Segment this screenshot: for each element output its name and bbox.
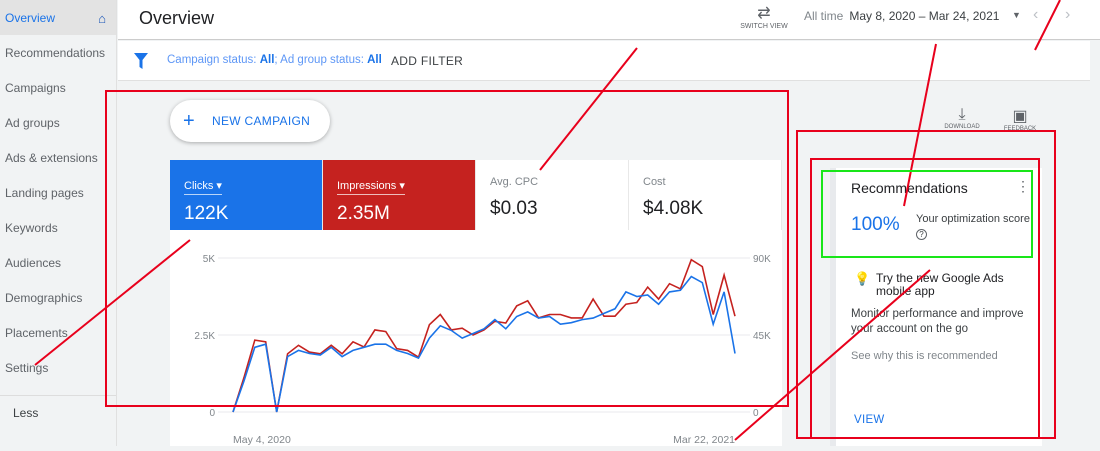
new-campaign-button[interactable]: + NEW CAMPAIGN	[170, 100, 330, 142]
x-start-label: May 4, 2020	[233, 434, 291, 446]
range-value: May 8, 2020 – Mar 24, 2021	[849, 9, 1000, 23]
sidebar-item-ads-extensions[interactable]: Ads & extensions	[0, 140, 116, 175]
metric-label: Clicks ▾	[184, 179, 222, 195]
filter-bar: Campaign status: All; Ad group status: A…	[118, 41, 1090, 81]
see-why-link[interactable]: See why this is recommended	[851, 350, 998, 362]
filter-status[interactable]: Campaign status: All; Ad group status: A…	[167, 54, 382, 66]
sidebar-item-ad-groups[interactable]: Ad groups	[0, 105, 116, 140]
score-label: Your optimization score ?	[916, 212, 1042, 242]
left-tick-label: 5K	[203, 254, 216, 265]
metrics-row: Clicks ▾ 122K Impressions ▾ 2.35M Avg. CPC…	[170, 160, 782, 230]
sidebar: Overview ⌂ Recommendations Campaigns Ad g…	[0, 0, 117, 446]
new-campaign-label: NEW CAMPAIGN	[212, 114, 311, 128]
campaign-status-value: All	[259, 54, 275, 66]
sidebar-item-overview[interactable]: Overview ⌂	[0, 0, 116, 35]
sidebar-item-audiences[interactable]: Audiences	[0, 245, 116, 280]
download-label: DOWNLOAD	[944, 124, 980, 130]
metric-value: $0.03	[490, 198, 538, 219]
page-title: Overview	[139, 8, 215, 28]
metric-value: 2.35M	[337, 203, 390, 224]
metric-value: 122K	[184, 203, 229, 224]
view-button[interactable]: VIEW	[854, 414, 885, 426]
right-tick-label: 90K	[753, 254, 771, 265]
x-end-label: Mar 22, 2021	[673, 434, 735, 446]
series-line-impressions	[232, 258, 736, 413]
metric-avg-cpc[interactable]: Avg. CPC $0.03	[476, 160, 629, 230]
sidebar-item-label: Overview	[5, 11, 56, 25]
metric-label: Cost	[643, 176, 666, 188]
chart-svg: 0 0 2.5K 45K 5K 90K May 4, 2020 Mar 22, 2021	[194, 254, 771, 446]
sidebar-item-recommendations[interactable]: Recommendations	[0, 35, 116, 70]
chevron-right-icon[interactable]: ›	[1065, 6, 1070, 24]
metric-label: Avg. CPC	[490, 176, 539, 188]
sidebar-item-settings[interactable]: Settings	[0, 350, 116, 385]
campaign-status-label: Campaign status:	[167, 54, 257, 66]
metric-clicks[interactable]: Clicks ▾ 122K	[170, 160, 323, 230]
lightbulb-icon: 💡	[854, 271, 871, 286]
add-filter-button[interactable]: ADD FILTER	[391, 54, 463, 68]
range-label: All time	[804, 9, 844, 23]
tip-description: Monitor performance and improve your acc…	[851, 308, 1024, 335]
metric-impressions[interactable]: Impressions ▾ 2.35M	[323, 160, 476, 230]
adgroup-status-value: All	[367, 54, 382, 66]
sidebar-item-campaigns[interactable]: Campaigns	[0, 70, 116, 105]
home-icon: ⌂	[98, 11, 106, 26]
metric-value: $4.08K	[643, 198, 704, 219]
download-button[interactable]: ⤓ DOWNLOAD	[937, 106, 987, 130]
right-tick-label: 0	[753, 408, 759, 419]
plus-icon: +	[183, 110, 195, 132]
download-icon: ⤓	[958, 106, 966, 123]
tip-text: Try the new Google Ads mobile app	[876, 271, 1004, 298]
tip: 💡 Try the new Google Ads mobile app	[854, 272, 1034, 298]
left-tick-label: 2.5K	[194, 331, 215, 342]
recommendations-card: Recommendations ⋮ 100% Your optimization…	[830, 168, 1042, 446]
feedback-label: FEEDBACK	[1003, 126, 1037, 132]
left-tick-label: 0	[209, 408, 215, 419]
adgroup-status-label: Ad group status:	[277, 54, 364, 66]
card-title: Recommendations	[851, 180, 968, 196]
sidebar-item-demographics[interactable]: Demographics	[0, 280, 116, 315]
sidebar-item-landing-pages[interactable]: Landing pages	[0, 175, 116, 210]
date-range-selector[interactable]: All time May 8, 2020 – Mar 24, 2021	[804, 9, 999, 23]
sidebar-item-placements[interactable]: Placements	[0, 315, 116, 350]
optimization-score: 100%	[851, 214, 900, 235]
right-tick-label: 45K	[753, 331, 771, 342]
chevron-down-icon[interactable]: ▼	[1012, 10, 1021, 20]
score-label-text: Your optimization score	[916, 213, 1030, 225]
switch-view-button[interactable]: ⇄ SWITCH VIEW	[738, 3, 790, 30]
metric-cost[interactable]: Cost $4.08K	[629, 160, 782, 230]
sidebar-item-keywords[interactable]: Keywords	[0, 210, 116, 245]
switch-icon: ⇄	[757, 5, 771, 22]
performance-chart: 0 0 2.5K 45K 5K 90K May 4, 2020 Mar 22, 2021	[170, 230, 782, 446]
help-icon[interactable]: ?	[916, 229, 927, 240]
switch-view-label: SWITCH VIEW	[740, 23, 788, 30]
more-icon[interactable]: ⋮	[1016, 178, 1030, 195]
header: Overview ⇄ SWITCH VIEW All time May 8, 202…	[118, 0, 1100, 40]
less-toggle[interactable]: Less	[0, 395, 116, 420]
chevron-left-icon[interactable]: ‹	[1033, 6, 1038, 24]
metric-label: Impressions ▾	[337, 179, 405, 195]
feedback-button[interactable]: ▣ FEEDBACK	[995, 106, 1045, 132]
feedback-icon: ▣	[1012, 108, 1028, 125]
filter-icon[interactable]	[134, 53, 148, 69]
